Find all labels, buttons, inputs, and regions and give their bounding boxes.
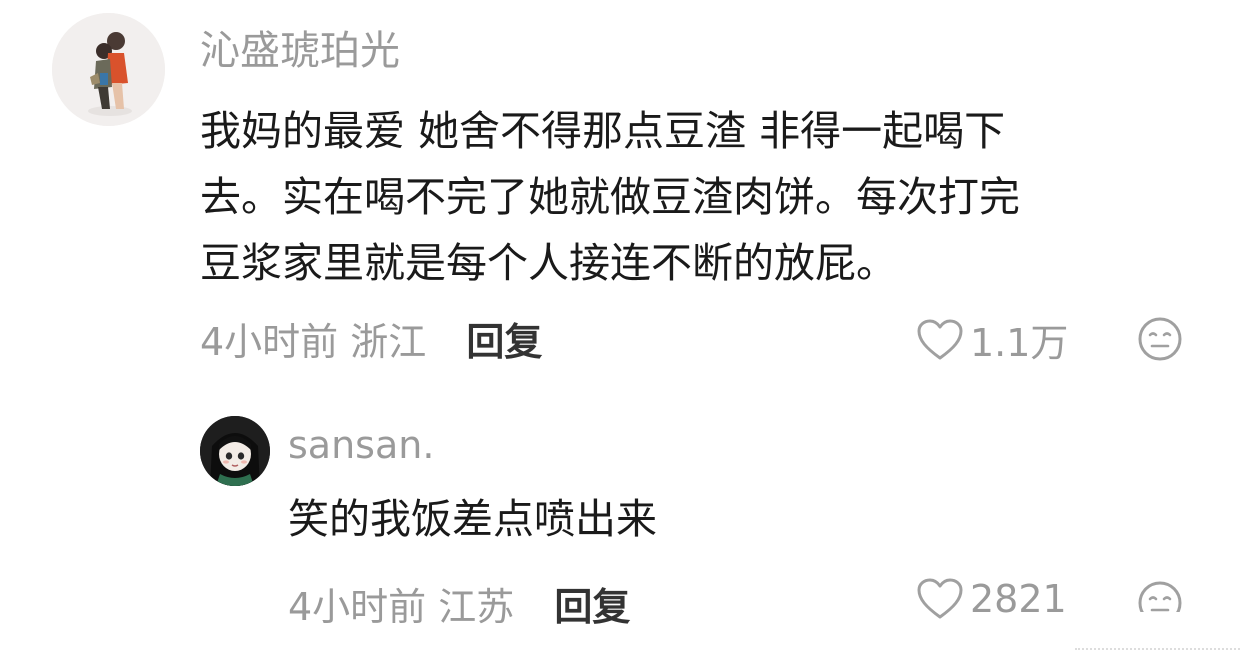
reply-like-count: 2821 (970, 577, 1067, 621)
dislike-button[interactable] (1137, 316, 1183, 366)
watermark-overlay (1075, 612, 1240, 650)
avatar-girl-icon (200, 416, 270, 486)
comment-location: 浙江 (350, 320, 427, 364)
comment-meta: 4小时前 浙江 回复 (200, 311, 542, 366)
comment-thread: 沁盛琥珀光 我妈的最爱 她舍不得那点豆渣 非得一起喝下 去。实在喝不完了她就做豆… (0, 0, 1260, 656)
commenter-username[interactable]: 沁盛琥珀光 (200, 18, 400, 76)
comment-text: 我妈的最爱 她舍不得那点豆渣 非得一起喝下 去。实在喝不完了她就做豆渣肉饼。每次… (200, 98, 1020, 296)
reply-meta: 4小时前 江苏 回复 (288, 576, 630, 631)
meh-face-icon (1138, 317, 1182, 361)
reply-text: 笑的我饭差点喷出来 (288, 495, 657, 543)
heart-outline-icon (917, 319, 963, 359)
comment-time: 4小时前 (200, 320, 339, 364)
like-count: 1.1万 (970, 321, 1069, 365)
heart-outline-icon (917, 578, 963, 619)
reply-like-button[interactable]: 2821 (916, 577, 1067, 621)
like-button[interactable]: 1.1万 (916, 312, 1068, 367)
commenter-avatar[interactable] (52, 13, 165, 126)
reply-location: 江苏 (438, 585, 515, 629)
reply-username[interactable]: sansan. (288, 423, 434, 467)
comment-text-line: 豆浆家里就是每个人接连不断的放屁。 (200, 239, 897, 287)
comment-text-line: 去。实在喝不完了她就做豆渣肉饼。每次打完 (200, 173, 1020, 221)
avatar-illustration-icon (52, 13, 165, 126)
comment-text-line: 我妈的最爱 她舍不得那点豆渣 非得一起喝下 (200, 107, 1006, 155)
reply-button[interactable]: 回复 (466, 320, 542, 364)
reply-time: 4小时前 (288, 585, 427, 629)
reply-reply-button[interactable]: 回复 (554, 585, 630, 629)
reply-avatar[interactable] (200, 416, 270, 486)
